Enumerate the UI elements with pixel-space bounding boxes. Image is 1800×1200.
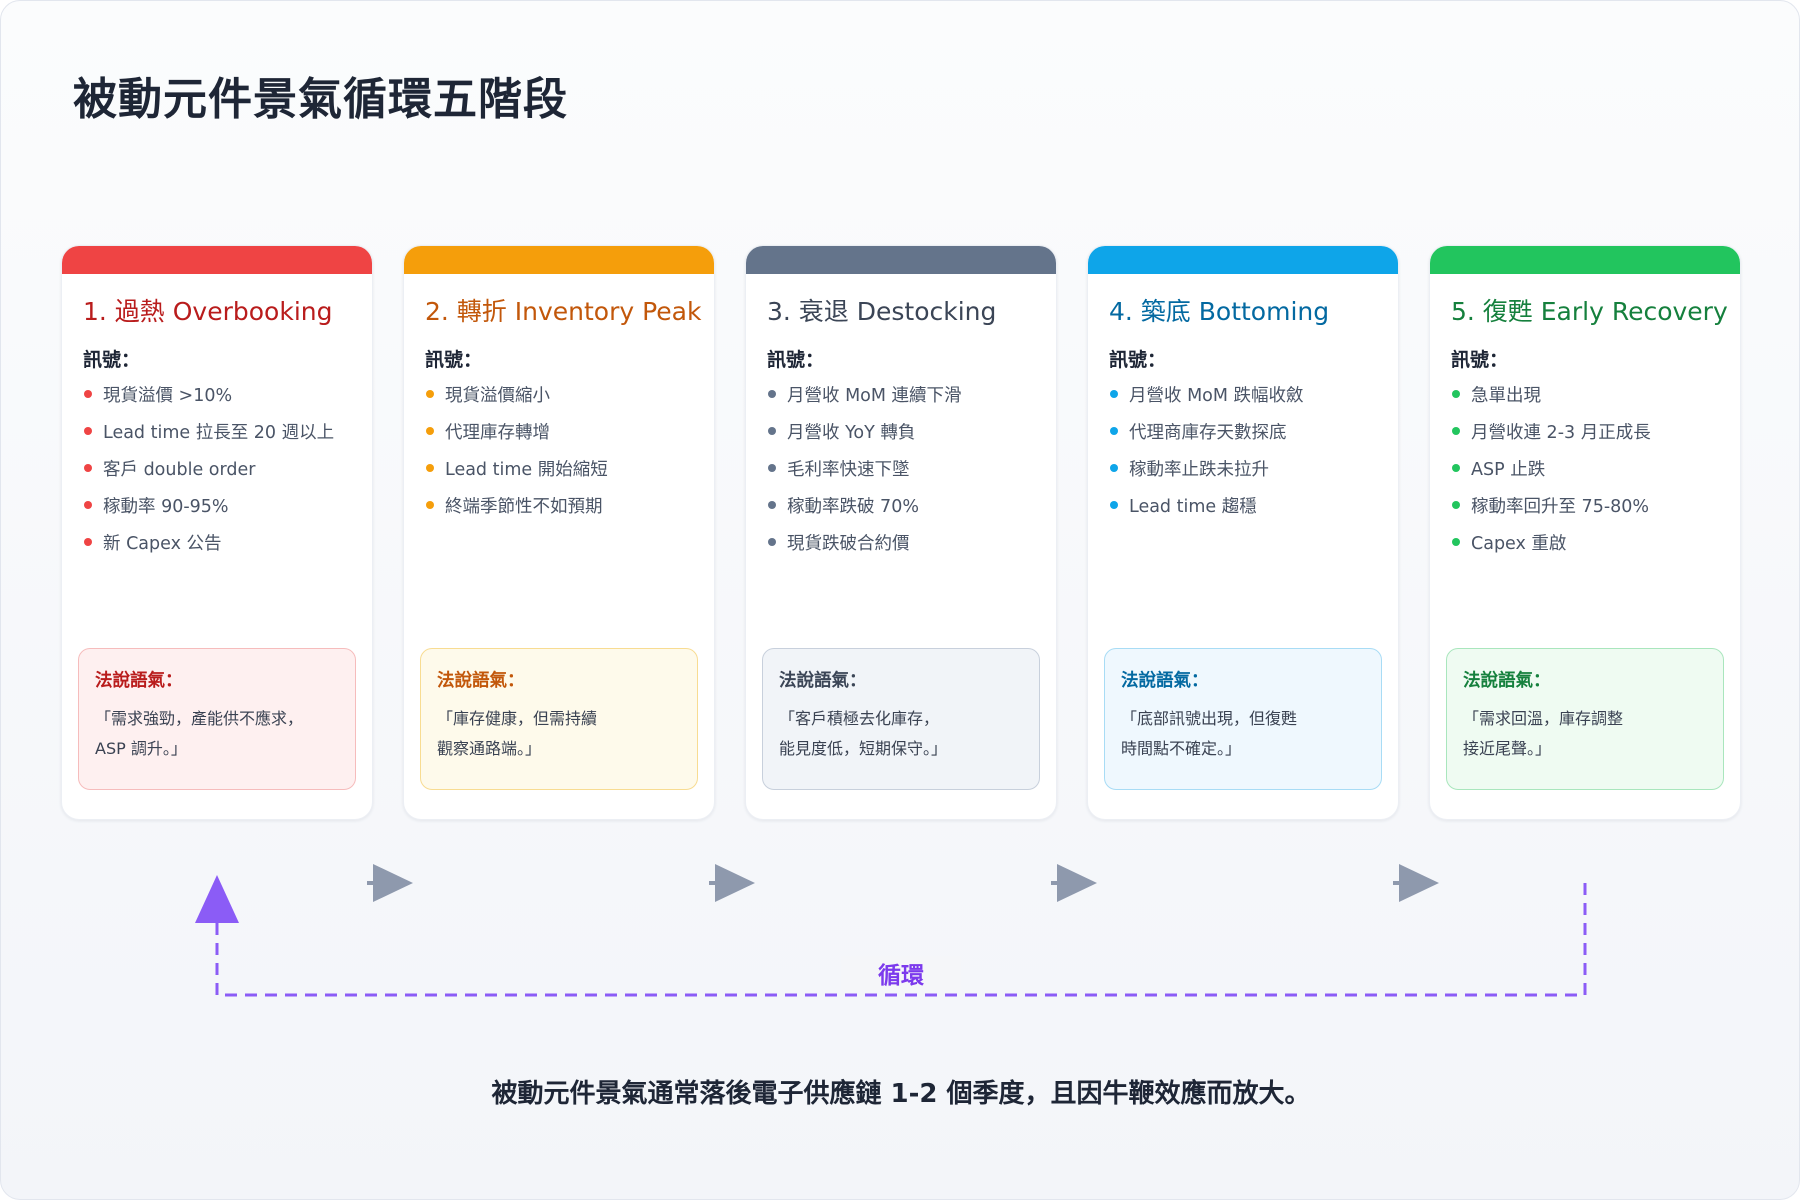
diagram-frame: 被動元件景氣循環五階段 1. 過熱 Overbooking 訊號： 現貨溢價 >…	[0, 0, 1800, 1200]
footer-caption: 被動元件景氣通常落後電子供應鏈 1-2 個季度，且因牛鞭效應而放大。	[491, 1079, 1311, 1109]
cycle-arrowhead-icon	[195, 875, 239, 923]
cycle-label: 循環	[841, 956, 961, 990]
cycle-loop	[195, 875, 1587, 997]
